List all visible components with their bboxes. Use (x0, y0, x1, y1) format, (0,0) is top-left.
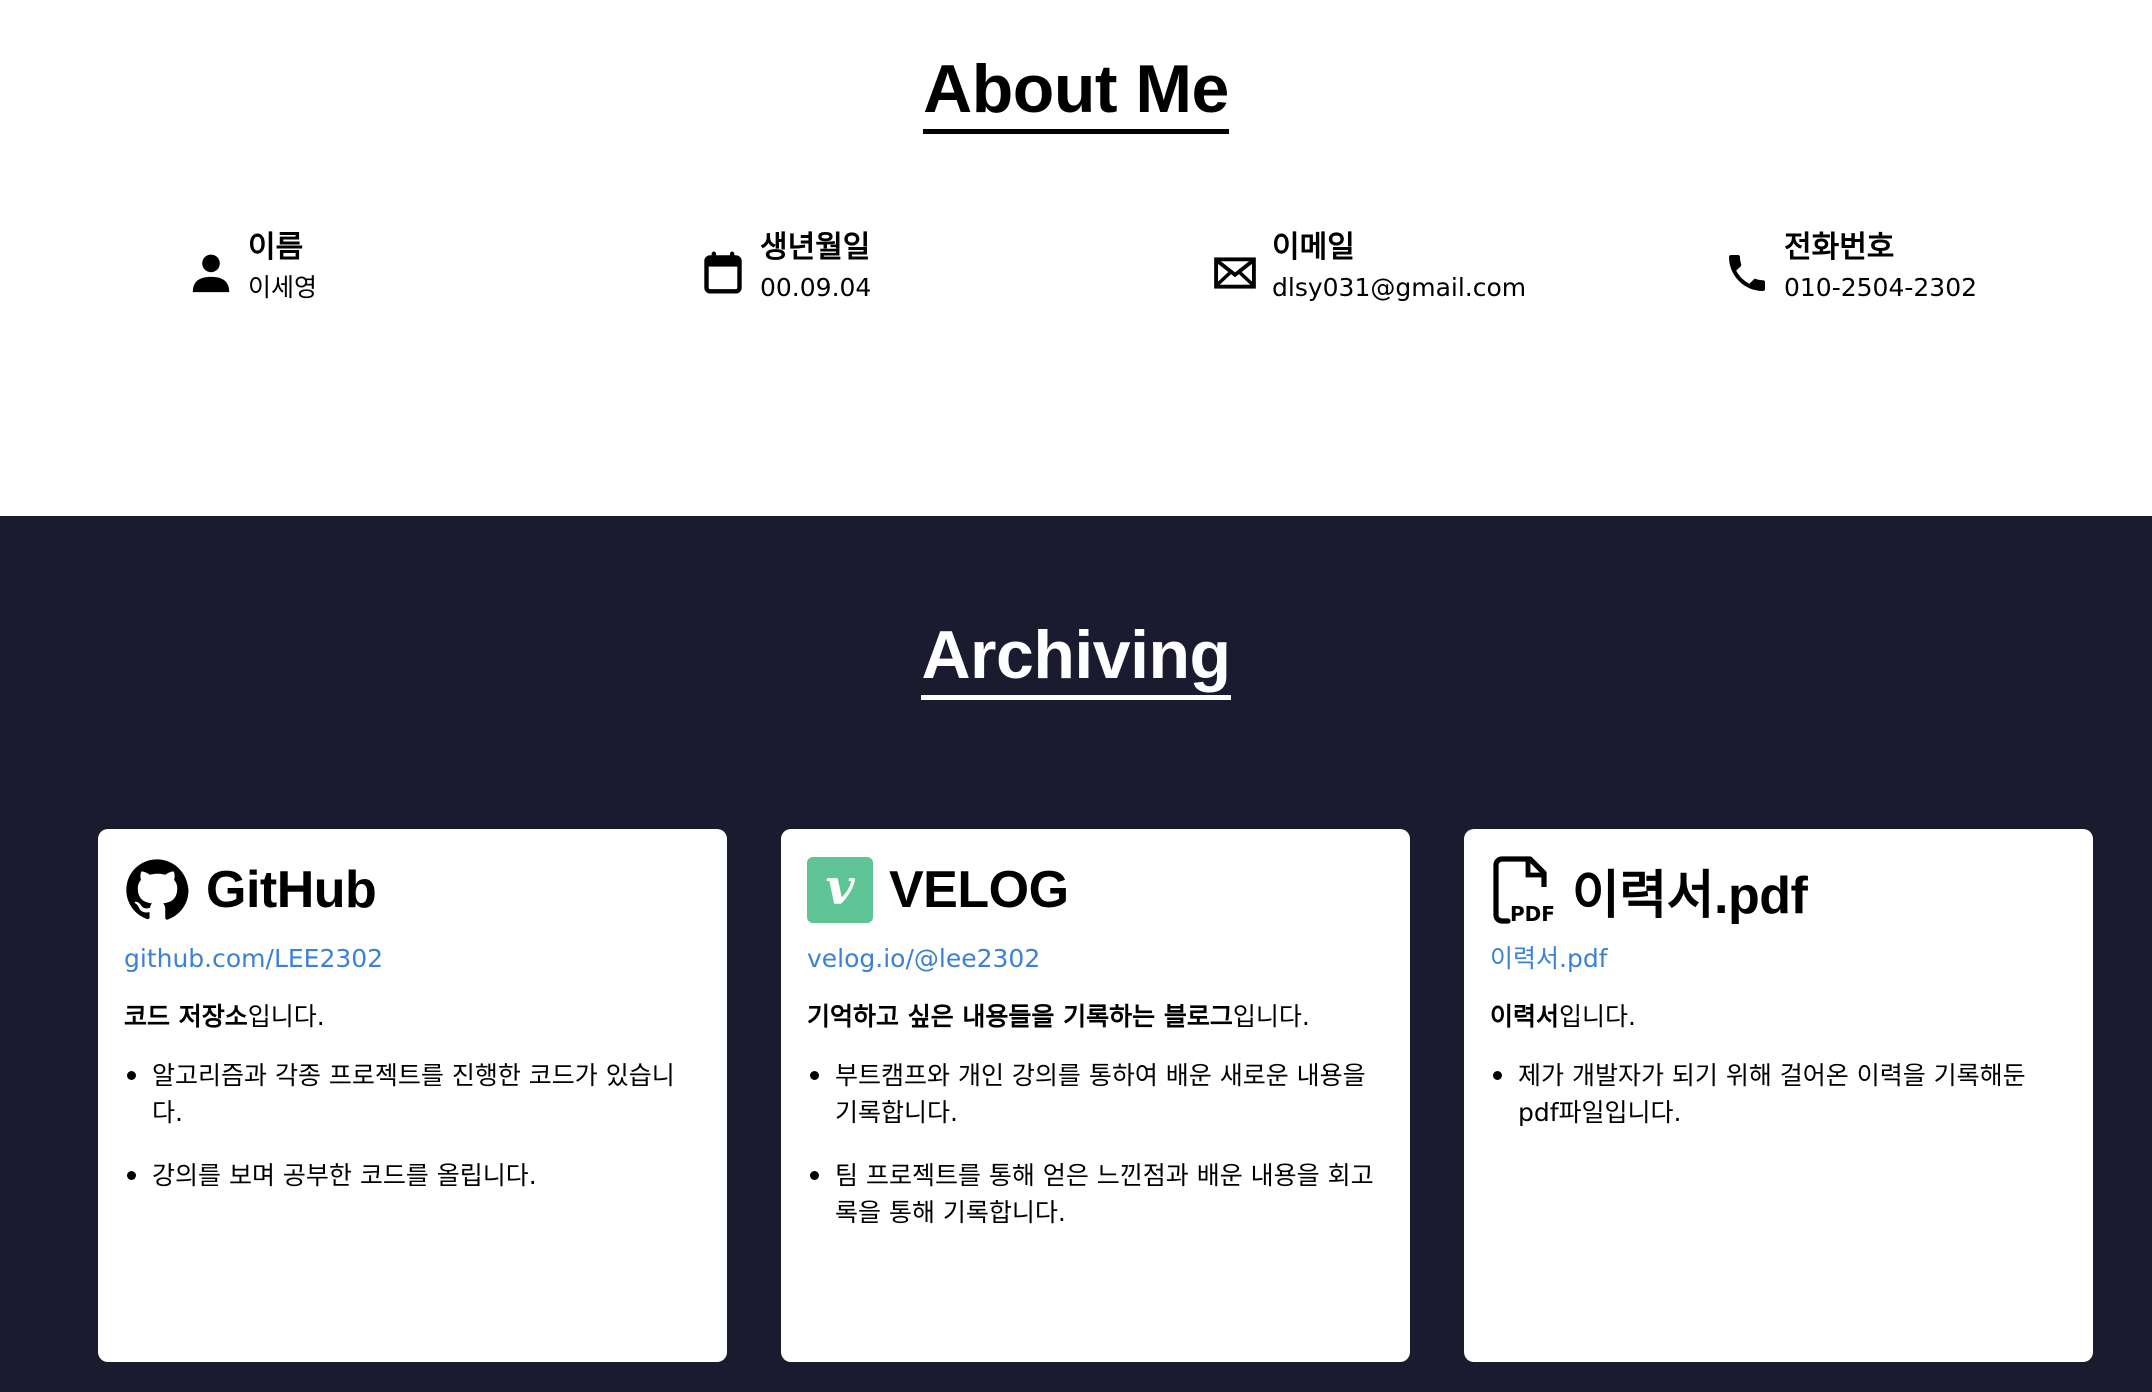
card-title: VELOG (889, 861, 1069, 919)
about-title: About Me (0, 50, 2152, 135)
svg-text:PDF: PDF (1510, 902, 1555, 925)
list-item: 팀 프로젝트를 통해 얻은 느낀점과 배운 내용을 회고록을 통해 기록합니다. (807, 1157, 1384, 1231)
info-label: 이름 (248, 230, 304, 265)
card-title: 이력서.pdf (1572, 866, 1808, 925)
list-item: 알고리즘과 각종 프로젝트를 진행한 코드가 있습니다. (124, 1057, 701, 1131)
info-value: 010-2504-2302 (1784, 273, 1978, 302)
info-value[interactable]: dlsy031@gmail.com (1272, 268, 1526, 308)
archiving-title: Archiving (0, 616, 2152, 701)
info-item-phone: 전화번호 010-2504-2302 (1722, 228, 1977, 308)
card-bullet-list: 제가 개발자가 되기 위해 걸어온 이력을 기록해둔 pdf파일입니다. (1490, 1057, 2067, 1131)
velog-logo-box: v (807, 857, 873, 923)
card-title: GitHub (206, 861, 377, 919)
card-description: 이력서입니다. (1490, 1002, 1636, 1031)
info-item-email: 이메일 dlsy031@gmail.com (1210, 228, 1526, 308)
velog-icon: v (807, 857, 873, 923)
card-description: 코드 저장소입니다. (124, 1002, 325, 1031)
info-value: 00.09.04 (760, 273, 872, 302)
info-value: 이세영 (248, 273, 318, 302)
resume-card: PDF 이력서.pdf 이력서.pdf 이력서입니다. 제가 개발자가 되기 위… (1464, 829, 2093, 1362)
card-description: 기억하고 싶은 내용들을 기록하는 블로그입니다. (807, 1002, 1310, 1031)
github-card: GitHub github.com/LEE2302 코드 저장소입니다. 알고리… (98, 829, 727, 1362)
info-label: 이메일 (1272, 230, 1355, 265)
info-label: 전화번호 (1784, 230, 1895, 265)
velog-card: v VELOG velog.io/@lee2302 기억하고 싶은 내용들을 기… (781, 829, 1410, 1362)
info-label: 생년월일 (760, 230, 871, 265)
card-bullet-list: 부트캠프와 개인 강의를 통하여 배운 새로운 내용을 기록합니다. 팀 프로젝… (807, 1057, 1384, 1231)
list-item: 제가 개발자가 되기 위해 걸어온 이력을 기록해둔 pdf파일입니다. (1490, 1057, 2067, 1131)
info-row: 이름 이세영 생년월일 00.09.04 이메일 dlsy031@gmail.c… (0, 228, 2152, 318)
person-icon (186, 248, 236, 298)
list-item: 부트캠프와 개인 강의를 통하여 배운 새로운 내용을 기록합니다. (807, 1057, 1384, 1131)
github-link[interactable]: github.com/LEE2302 (124, 941, 701, 977)
pdf-file-icon: PDF (1490, 856, 1556, 925)
github-icon (124, 857, 190, 923)
velog-link[interactable]: velog.io/@lee2302 (807, 941, 1384, 977)
info-item-birthday: 생년월일 00.09.04 (698, 228, 871, 308)
phone-icon (1722, 248, 1772, 298)
list-item: 강의를 보며 공부한 코드를 올립니다. (124, 1157, 701, 1194)
resume-link[interactable]: 이력서.pdf (1490, 941, 2067, 977)
card-bullet-list: 알고리즘과 각종 프로젝트를 진행한 코드가 있습니다. 강의를 보며 공부한 … (124, 1057, 701, 1194)
info-item-name: 이름 이세영 (186, 228, 317, 308)
calendar-icon (698, 248, 748, 298)
mail-icon (1210, 248, 1260, 298)
archiving-section: Archiving GitHub github.com/LEE2302 코드 저… (0, 516, 2152, 1392)
about-section: About Me 이름 이세영 생년월일 00.09.04 이메일 dlsy03… (0, 0, 2152, 516)
